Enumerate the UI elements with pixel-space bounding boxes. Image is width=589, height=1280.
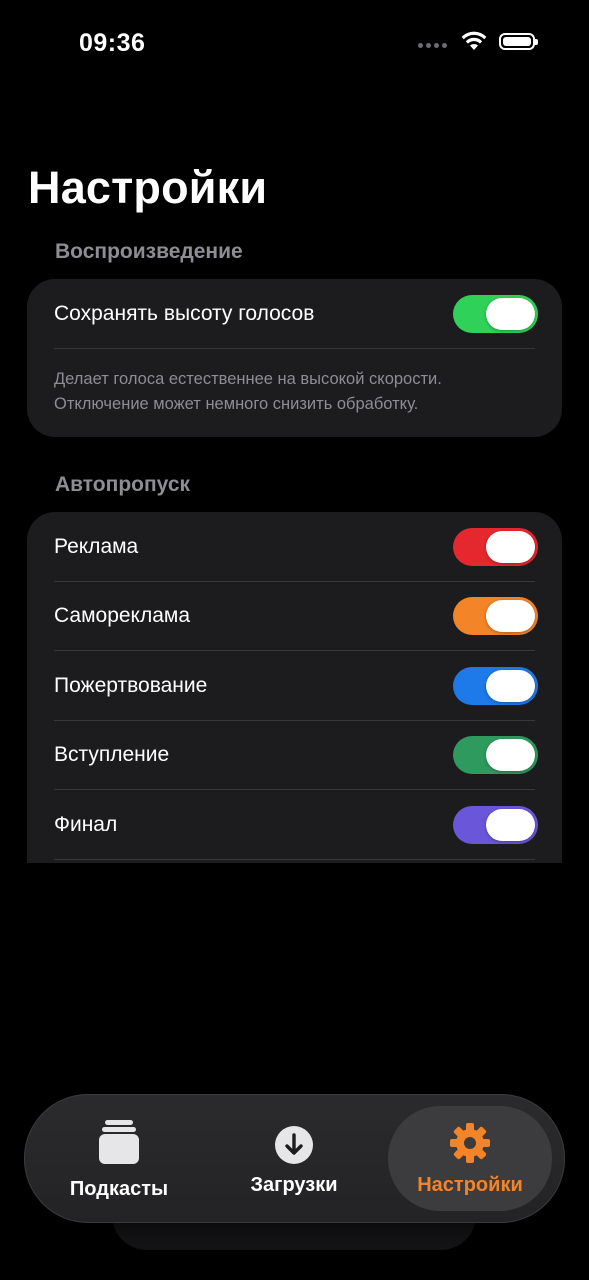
tab-settings[interactable]: Настройки bbox=[388, 1106, 552, 1211]
toggle-knob bbox=[486, 808, 535, 841]
preserve-pitch-label: Сохранять высоту голосов bbox=[54, 301, 315, 325]
divider bbox=[54, 347, 535, 349]
cellular-signal-icon bbox=[418, 42, 447, 48]
battery-icon bbox=[499, 32, 538, 50]
autoskip-toggle-intro[interactable] bbox=[453, 736, 538, 775]
autoskip-toggle-ads[interactable] bbox=[453, 527, 538, 566]
status-time: 09:36 bbox=[79, 29, 146, 57]
autoskip-label-outro: Финал bbox=[54, 812, 118, 836]
autoskip-label-self-promo: Самореклама bbox=[54, 604, 191, 628]
divider bbox=[54, 858, 535, 860]
autoskip-row-intro: Вступление bbox=[27, 721, 562, 790]
autoskip-row-ads: Реклама bbox=[27, 512, 562, 582]
tab-podcasts[interactable]: Подкасты bbox=[54, 1094, 184, 1223]
toggle-knob bbox=[486, 530, 535, 563]
status-icons bbox=[418, 31, 538, 51]
autoskip-row-donation: Пожертвование bbox=[27, 651, 562, 721]
section-header-playback: Воспроизведение bbox=[55, 240, 243, 263]
autoskip-toggle-outro[interactable] bbox=[453, 805, 538, 844]
tab-label-podcasts: Подкасты bbox=[69, 1178, 169, 1200]
autoskip-toggle-donation[interactable] bbox=[453, 666, 538, 705]
footer-line-1: Делает голоса естественнее на высокой ск… bbox=[54, 369, 442, 388]
download-arrow-icon bbox=[275, 1126, 313, 1164]
autoskip-label-donation: Пожертвование bbox=[54, 673, 208, 697]
toggle-knob bbox=[486, 297, 535, 330]
tab-bar: Подкасты Загрузки Настройки bbox=[24, 1094, 565, 1223]
autoskip-row-self-promo: Самореклама bbox=[27, 582, 562, 651]
autoskip-label-ads: Реклама bbox=[54, 534, 139, 558]
tab-label-downloads: Загрузки bbox=[250, 1174, 338, 1196]
playback-card: Сохранять высоту голосов Делает голоса е… bbox=[27, 279, 562, 437]
autoskip-card: Реклама Самореклама Пожертвование Вступл… bbox=[27, 512, 562, 863]
autoskip-label-intro: Вступление bbox=[54, 743, 170, 767]
wifi-icon bbox=[461, 31, 487, 50]
preserve-pitch-footer: Делает голоса естественнее на высокой ск… bbox=[27, 349, 562, 437]
footer-line-2: Отключение может немного снизить обработ… bbox=[54, 394, 419, 413]
status-bar: 09:36 bbox=[0, 0, 589, 90]
preserve-pitch-toggle[interactable] bbox=[453, 294, 538, 333]
page-title: Настройки bbox=[28, 162, 268, 213]
tab-label-settings: Настройки bbox=[417, 1174, 523, 1196]
toggle-knob bbox=[486, 669, 535, 702]
section-header-autoskip: Автопропуск bbox=[55, 473, 191, 496]
podcasts-stack-icon bbox=[99, 1120, 139, 1164]
tab-downloads[interactable]: Загрузки bbox=[229, 1094, 359, 1223]
preserve-pitch-row: Сохранять высоту голосов bbox=[27, 279, 562, 349]
toggle-knob bbox=[486, 600, 535, 633]
autoskip-toggle-self-promo[interactable] bbox=[453, 597, 538, 636]
toggle-knob bbox=[486, 739, 535, 772]
autoskip-row-outro: Финал bbox=[27, 790, 562, 860]
gear-icon bbox=[450, 1123, 490, 1163]
